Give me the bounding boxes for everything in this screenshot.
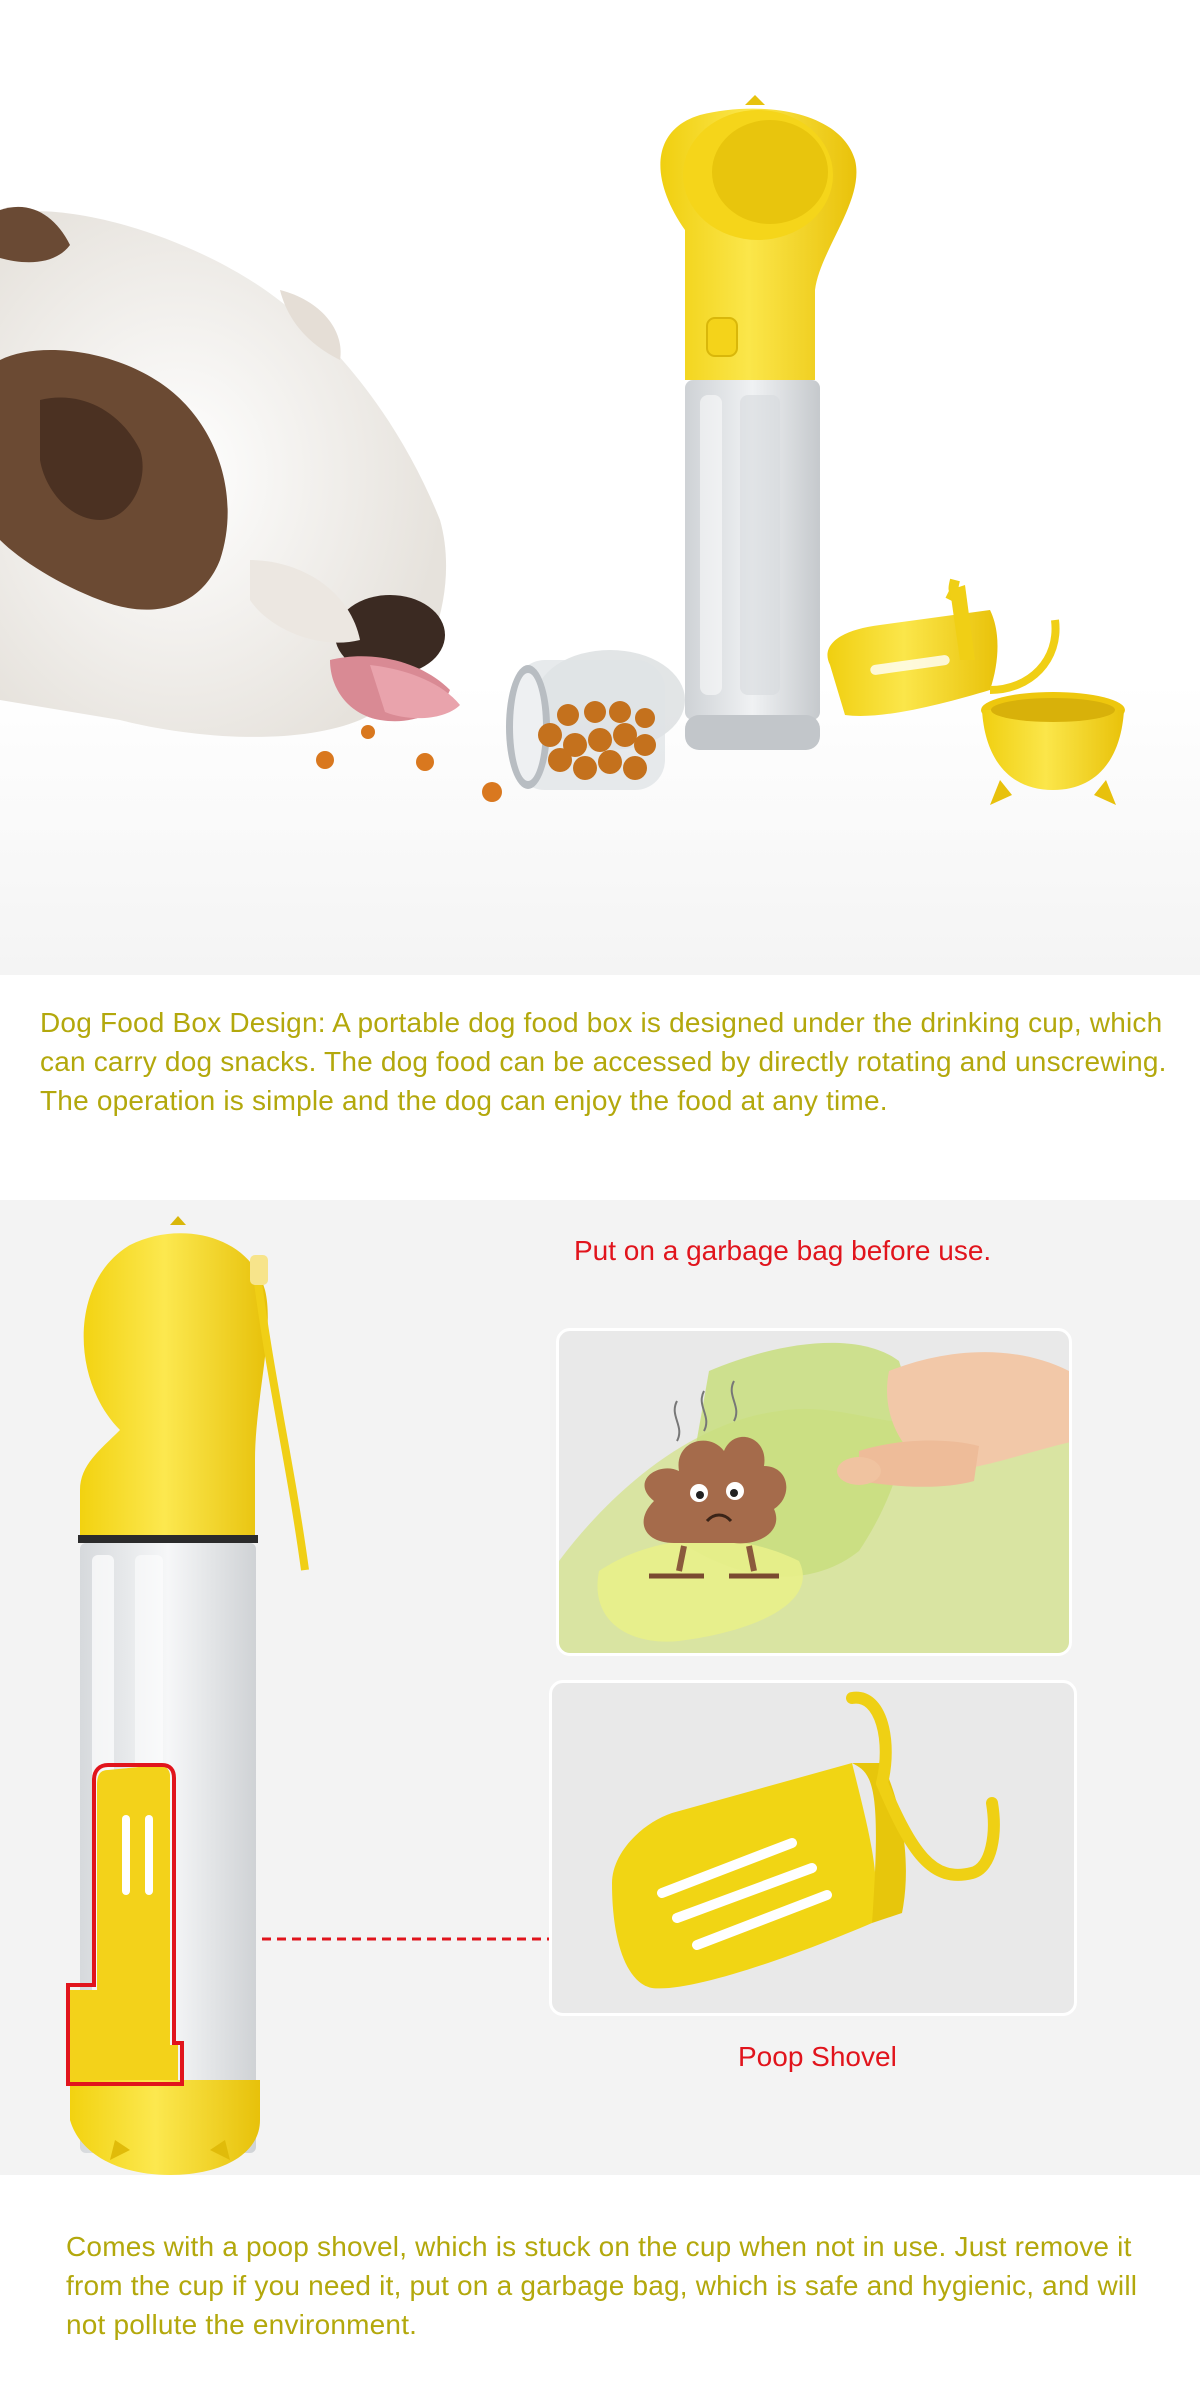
hero-product-photo (0, 0, 1200, 975)
hero-illustration (0, 95, 1125, 805)
poop-shovel-description-section: Comes with a poop shovel, which is stuck… (0, 2175, 1200, 2400)
poop-shovel-panel (549, 1680, 1077, 2016)
food-box-description-section: Dog Food Box Design: A portable dog food… (0, 975, 1200, 1200)
bulldog-image (0, 206, 460, 737)
water-bottle-image (660, 95, 857, 750)
garbage-bag-image (559, 1342, 1069, 1653)
food-container-image (506, 650, 685, 790)
poop-shovel-image (612, 1691, 1000, 1989)
dashed-connector-line (262, 1937, 552, 1941)
food-bowl-image (981, 692, 1125, 805)
poop-shovel-feature: Put on a garbage bag before use. Poop Sh… (0, 1200, 1200, 2175)
garbage-bag-panel (556, 1328, 1072, 1656)
garbage-bag-caption: Put on a garbage bag before use. (574, 1235, 992, 1266)
poop-shovel-description: Comes with a poop shovel, which is stuck… (66, 2231, 1138, 2340)
kibble-pieces (316, 725, 502, 802)
bottle-with-shovel-image (66, 1216, 309, 2175)
poop-shovel-caption: Poop Shovel (738, 2041, 897, 2072)
food-box-description: Dog Food Box Design: A portable dog food… (40, 1007, 1167, 1116)
